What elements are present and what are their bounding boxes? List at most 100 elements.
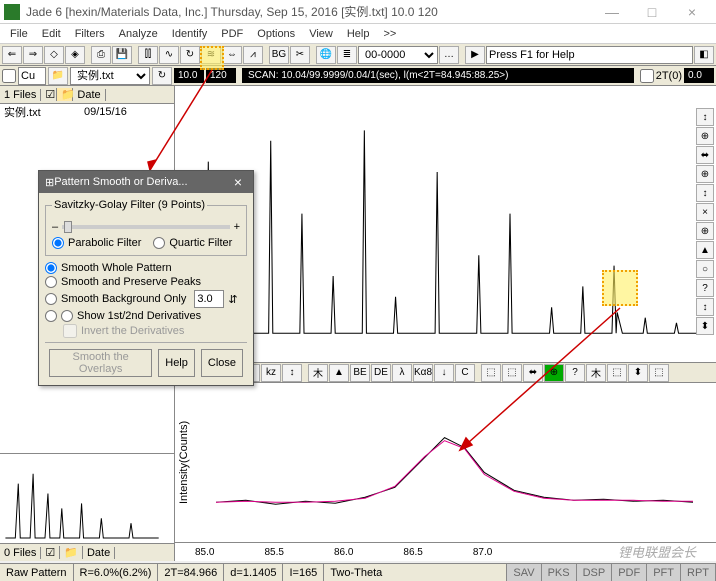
2t-check[interactable] — [640, 69, 654, 83]
file-row[interactable]: 实例.txt 09/15/16 — [0, 104, 174, 120]
quartic-radio[interactable] — [153, 237, 165, 249]
detail-chart[interactable]: Intensity(Counts) — [175, 383, 716, 543]
deriv-radio2[interactable] — [61, 310, 73, 322]
slider-dec[interactable]: – — [52, 221, 58, 233]
globe-icon[interactable]: 🌐 — [316, 46, 336, 64]
pdf-combo[interactable]: 00-0000 — [358, 46, 438, 64]
menu-more[interactable]: >> — [377, 26, 402, 42]
preserve-radio[interactable] — [45, 276, 57, 288]
mid-btn-14[interactable]: ⬚ — [481, 364, 501, 382]
smooth-icon[interactable]: ∿ — [159, 46, 179, 64]
rt-7[interactable]: ▲ — [696, 241, 714, 259]
mid-btn-10[interactable]: λ — [392, 364, 412, 382]
menu-view[interactable]: View — [303, 26, 339, 42]
minimize-button[interactable]: — — [592, 0, 632, 24]
mid-btn-11[interactable]: Kα8 — [413, 364, 433, 382]
rt-0[interactable]: ↕ — [696, 108, 714, 126]
browse-icon[interactable]: … — [439, 46, 459, 64]
rt-3[interactable]: ⊕ — [696, 165, 714, 183]
bg-value[interactable] — [194, 290, 224, 308]
slider-inc[interactable]: + — [234, 221, 240, 233]
file-select[interactable]: 实例.txt — [70, 67, 150, 85]
mid-btn-7[interactable]: ▲ — [329, 364, 349, 382]
mid-btn-20[interactable]: ⬚ — [607, 364, 627, 382]
btn-rpt[interactable]: RPT — [681, 564, 716, 581]
points-slider[interactable] — [62, 225, 229, 229]
spinner-icon[interactable]: ⇵ — [228, 293, 237, 306]
scissors-icon[interactable]: ✂ — [290, 46, 310, 64]
mid-btn-19[interactable]: 木 — [586, 364, 606, 382]
refresh-icon[interactable]: ↻ — [152, 67, 172, 85]
list-icon[interactable]: ≣ — [337, 46, 357, 64]
menu-options[interactable]: Options — [251, 26, 301, 42]
btn-sav[interactable]: SAV — [507, 564, 541, 581]
tool-end-icon[interactable]: ◧ — [694, 46, 714, 64]
rt-11[interactable]: ⬍ — [696, 317, 714, 335]
rt-10[interactable]: ↕ — [696, 298, 714, 316]
help-button[interactable]: Help — [158, 349, 195, 377]
parabolic-radio[interactable] — [52, 237, 64, 249]
rt-4[interactable]: ↕ — [696, 184, 714, 202]
bg-icon[interactable]: BG — [269, 46, 289, 64]
rt-1[interactable]: ⊕ — [696, 127, 714, 145]
expand-icon[interactable]: ⇔ — [222, 46, 242, 64]
menu-identify[interactable]: Identify — [166, 26, 213, 42]
forward-icon[interactable]: ⇒ — [23, 46, 43, 64]
rt-8[interactable]: ○ — [696, 260, 714, 278]
btn-pdf[interactable]: PDF — [612, 564, 647, 581]
save-icon[interactable]: 💾 — [112, 46, 132, 64]
mid-btn-5[interactable]: ↕ — [282, 364, 302, 382]
menu-filters[interactable]: Filters — [69, 26, 111, 42]
rt-2[interactable]: ⬌ — [696, 146, 714, 164]
bars-icon[interactable]: ⫿⫿ — [138, 46, 158, 64]
menu-edit[interactable]: Edit — [36, 26, 67, 42]
btn-dsp[interactable]: DSP — [577, 564, 613, 581]
menu-file[interactable]: File — [4, 26, 34, 42]
back-icon[interactable]: ⇐ — [2, 46, 22, 64]
peaks-icon[interactable]: ⩘ — [243, 46, 263, 64]
mid-btn-17[interactable]: ⊕ — [544, 364, 564, 382]
mid-btn-8[interactable]: BE — [350, 364, 370, 382]
status-raw[interactable]: Raw Pattern — [0, 564, 74, 581]
mid-btn-21[interactable]: ⬍ — [628, 364, 648, 382]
btn-pft[interactable]: PFT — [647, 564, 681, 581]
rt-9[interactable]: ? — [696, 279, 714, 297]
mid-btn-18[interactable]: ? — [565, 364, 585, 382]
mid-btn-9[interactable]: DE — [371, 364, 391, 382]
mid-btn-4[interactable]: kz — [261, 364, 281, 382]
element-check[interactable] — [2, 69, 16, 83]
btn-pks[interactable]: PKS — [542, 564, 577, 581]
mid-btn-13[interactable]: C — [455, 364, 475, 382]
mid-btn-16[interactable]: ⬌ — [523, 364, 543, 382]
whole-radio[interactable] — [45, 262, 57, 274]
folder-icon[interactable]: 📁 — [48, 67, 68, 85]
run-icon[interactable]: ▶ — [465, 46, 485, 64]
print-icon[interactable]: ⎙ — [91, 46, 111, 64]
help-hint[interactable] — [486, 46, 693, 64]
mid-btn-6[interactable]: 木 — [308, 364, 328, 382]
deriv-radio1[interactable] — [45, 310, 57, 322]
mid-btn-15[interactable]: ⬚ — [502, 364, 522, 382]
close-button[interactable]: × — [672, 0, 712, 24]
rt-5[interactable]: × — [696, 203, 714, 221]
menu-analyze[interactable]: Analyze — [113, 26, 164, 42]
dialog-close-icon[interactable]: × — [229, 174, 247, 190]
menu-pdf[interactable]: PDF — [215, 26, 249, 42]
close-dialog-button[interactable]: Close — [201, 349, 243, 377]
thumbnail-plot[interactable] — [0, 453, 174, 543]
diamond2-icon[interactable]: ◈ — [65, 46, 85, 64]
element-input[interactable] — [18, 67, 46, 85]
dialog-title-bar[interactable]: ⊞ Pattern Smooth or Deriva... × — [39, 171, 253, 193]
rt-6[interactable]: ⊕ — [696, 222, 714, 240]
mid-btn-22[interactable]: ⬚ — [649, 364, 669, 382]
cycle-icon[interactable]: ↻ — [180, 46, 200, 64]
main-chart[interactable] — [175, 86, 716, 363]
footer-date[interactable]: Date — [83, 547, 115, 559]
mid-btn-12[interactable]: ↓ — [434, 364, 454, 382]
maximize-button[interactable]: □ — [632, 0, 672, 24]
bgonly-radio[interactable] — [45, 293, 57, 305]
col-date[interactable]: Date — [73, 89, 105, 101]
diamond-icon[interactable]: ◇ — [44, 46, 64, 64]
menu-help[interactable]: Help — [341, 26, 376, 42]
invert-check — [63, 324, 77, 338]
